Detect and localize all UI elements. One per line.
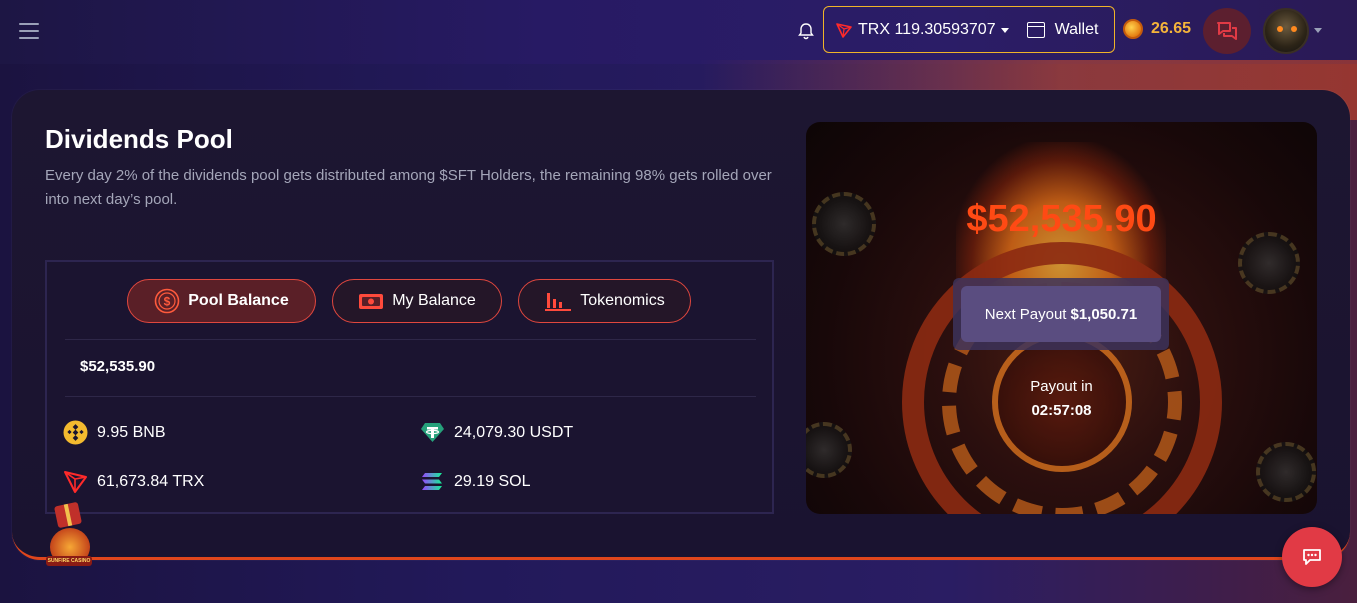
wallet-box: TRX 119.30593707 Wallet [823,6,1115,53]
page-title: Dividends Pool [45,124,233,154]
wallet-label: Wallet [1054,20,1099,38]
next-payout: Next Payout $1,050.71 [961,286,1161,342]
divider [65,339,756,340]
tab-my-balance[interactable]: My Balance [332,279,502,323]
pool-total: $52,535.90 [80,358,156,375]
poker-chip-icon [806,422,852,478]
dollar-coin-icon: $ [154,288,180,314]
asset-sol: 29.19 SOL [420,469,531,494]
next-payout-label: Next Payout [984,305,1067,323]
gift-box-icon [53,501,83,529]
chevron-down-icon[interactable] [1314,28,1322,33]
poker-chip-icon [1238,232,1300,294]
currency-balance: 119.30593707 [894,20,996,38]
tab-label: My Balance [392,292,476,309]
points-balance-value: 26.65 [1151,20,1192,37]
chat-bubble-icon [1303,549,1321,565]
tron-icon [63,469,88,494]
asset-amount: 24,079.30 USDT [454,423,574,441]
tether-icon [420,420,445,445]
chat-icon [1217,22,1237,40]
chat-button[interactable] [1203,8,1251,54]
asset-amount: 9.95 BNB [97,423,166,441]
asset-amount: 61,673.84 TRX [97,472,205,490]
currency-code: TRX [858,20,890,38]
wallet-icon [1026,21,1045,38]
tab-tokenomics[interactable]: Tokenomics [518,279,691,323]
asset-trx: 61,673.84 TRX [63,469,204,494]
tab-pool-balance[interactable]: $ Pool Balance [127,279,316,323]
tab-label: Tokenomics [580,292,665,309]
bell-icon[interactable] [796,21,816,41]
currency-selector[interactable]: TRX 119.30593707 [836,21,1009,39]
gift-bonus-icon[interactable]: SUNFIRE CASINO [46,500,92,568]
chevron-down-icon [1000,28,1009,33]
tab-label: Pool Balance [188,292,289,309]
cash-icon [358,291,384,311]
asset-bnb: 9.95 BNB [63,420,165,445]
asset-amount: 29.19 SOL [454,472,531,490]
coin-icon [1123,19,1143,39]
bnb-icon [63,420,88,445]
next-payout-value: $1,050.71 [1070,305,1138,323]
payout-countdown: 02:57:08 [1031,402,1092,419]
tron-icon [836,22,852,38]
poker-chip-icon [1256,442,1316,502]
payout-in-label: Payout in [1030,378,1093,395]
pool-description: Every day 2% of the dividends pool gets … [45,167,772,208]
hamburger-menu-icon[interactable] [19,23,39,41]
bar-chart-icon [544,290,572,312]
asset-usdt: 24,079.30 USDT [420,420,573,445]
divider [65,396,756,397]
top-bar: TRX 119.30593707 Wallet 26.65 [0,0,1357,64]
live-chat-button[interactable] [1282,527,1342,587]
avatar[interactable] [1263,8,1309,54]
points-balance[interactable]: 26.65 [1123,19,1191,39]
svg-text:$: $ [164,295,171,309]
wallet-button[interactable]: Wallet [1026,20,1099,39]
promo-amount: $52,535.90 [966,198,1157,240]
solana-icon [420,469,445,494]
casino-logo-label: SUNFIRE CASINO [46,556,92,566]
